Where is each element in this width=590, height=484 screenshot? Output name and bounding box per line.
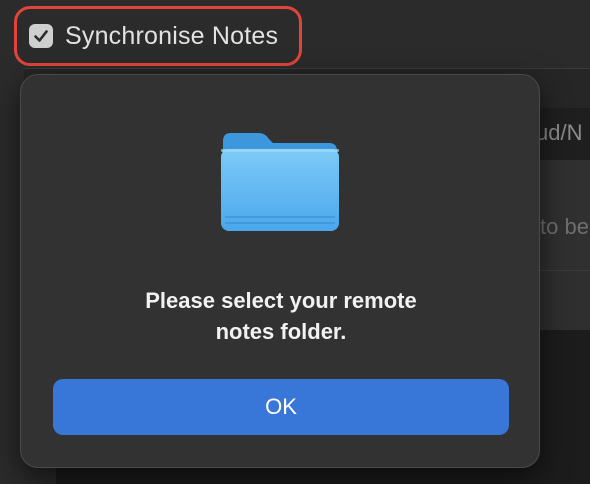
hint-text: to be xyxy=(540,214,589,239)
app-window: ud/N to be Synchronise Notes Please sele… xyxy=(0,0,590,484)
ok-button[interactable]: OK xyxy=(53,379,509,435)
remote-path-text: ud/N xyxy=(536,120,583,145)
dialog-message-line2: notes folder. xyxy=(215,319,347,344)
checkmark-icon xyxy=(34,30,48,42)
dialog-message-line1: Please select your remote xyxy=(145,288,417,313)
sync-notes-checkbox[interactable] xyxy=(29,24,53,48)
sync-notes-checkbox-row[interactable]: Synchronise Notes xyxy=(14,6,302,66)
dialog-message: Please select your remote notes folder. xyxy=(21,285,541,347)
sync-notes-label: Synchronise Notes xyxy=(65,21,279,50)
select-folder-dialog: Please select your remote notes folder. … xyxy=(20,74,540,468)
folder-icon xyxy=(221,133,339,231)
